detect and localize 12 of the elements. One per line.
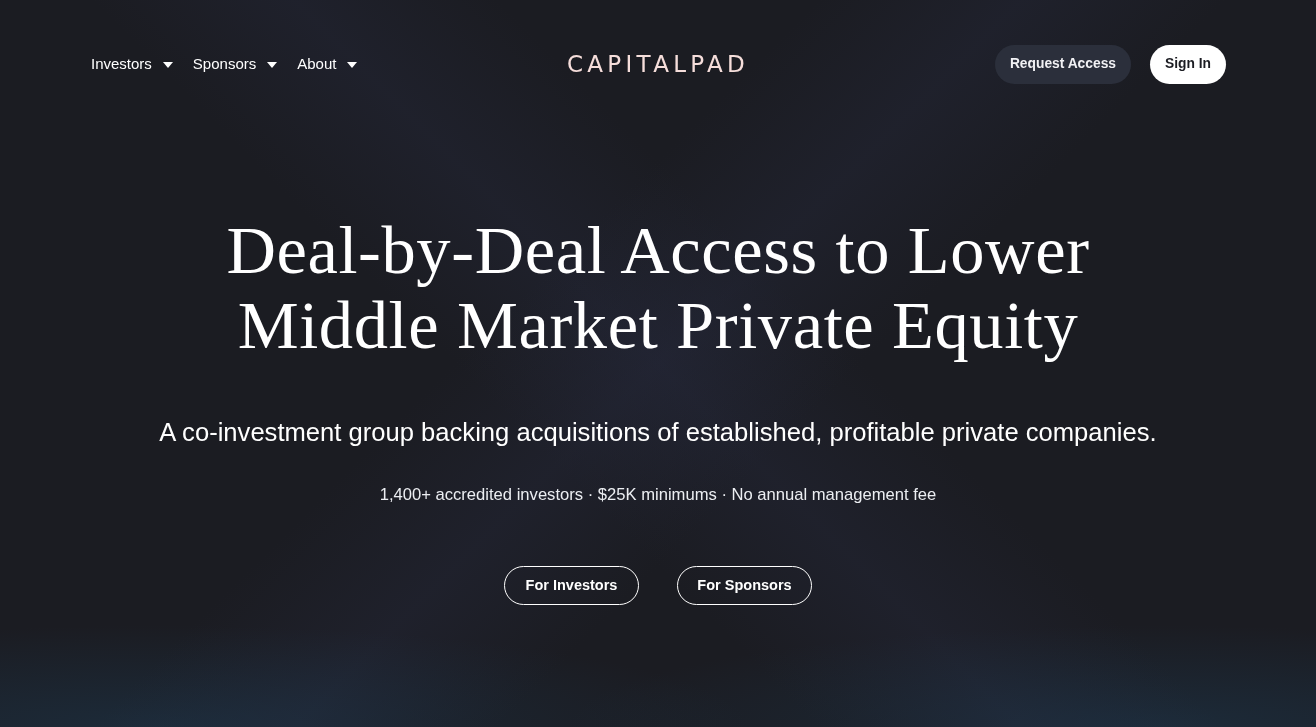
nav-menu-link[interactable]: Sponsors (192, 53, 278, 76)
request-access-button[interactable]: Request Access (994, 45, 1131, 84)
sign-in-button[interactable]: Sign In (1150, 45, 1226, 84)
hero-stats: 1,400+ accredited investors · $25K minimums · No annual management fee (379, 484, 937, 507)
caret-icon (347, 61, 358, 68)
hero-subtitle: A co-investment group backing acquisitions of established, profitable private companies. (159, 417, 1157, 448)
logo[interactable]: CAPITALPAD (566, 47, 750, 82)
caret-icon (162, 61, 173, 68)
hero-title: Deal-by-Deal Access to Lower Middle Market Private Equity (226, 213, 1090, 363)
caret-icon (267, 61, 278, 68)
nav-menu-link[interactable]: About (297, 53, 358, 76)
nav-menu-link[interactable]: Investors (91, 53, 173, 76)
